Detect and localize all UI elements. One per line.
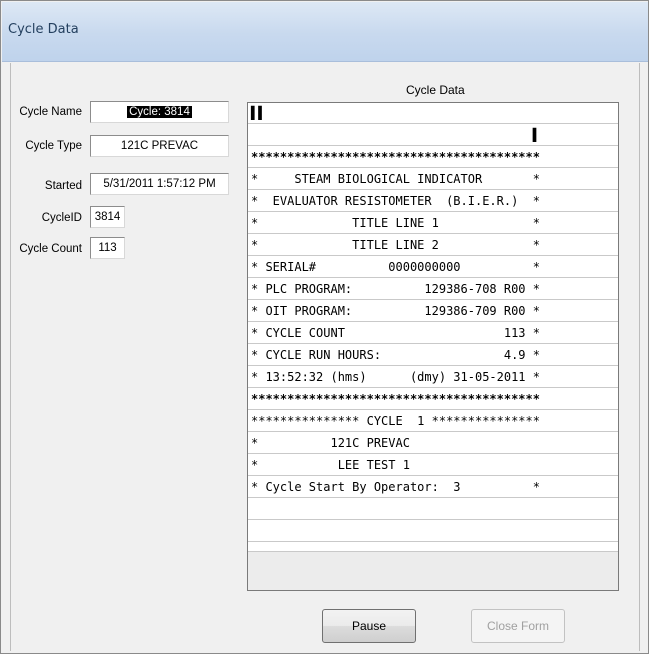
close-form-button[interactable]: Close Form xyxy=(471,609,565,643)
cycle-name-value: Cycle: 3814 xyxy=(127,106,192,118)
cycle-id-label: CycleID xyxy=(41,212,82,224)
printout-line: * 121C PREVAC xyxy=(248,433,618,454)
cycle-id-field[interactable]: 3814 xyxy=(90,206,125,228)
window-title: Cycle Data xyxy=(8,22,79,37)
printout-line: * LEE TEST 1 xyxy=(248,455,618,476)
printout-line: ▌ xyxy=(248,125,618,146)
printout-line xyxy=(248,499,618,520)
printout-line: *************** CYCLE 1 *************** xyxy=(248,411,618,432)
printout-line: * CYCLE RUN HOURS: 4.9 * xyxy=(248,345,618,366)
title-bar[interactable]: Cycle Data xyxy=(2,2,648,62)
printout-line: * 13:52:32 (hms) (dmy) 31-05-2011 * xyxy=(248,367,618,388)
printout-line: **************************************** xyxy=(248,147,618,168)
cycle-printout-list[interactable]: ▌▌ ▌ ***********************************… xyxy=(247,102,619,591)
printout-line: * TITLE LINE 2 * xyxy=(248,235,618,256)
printout-line: * EVALUATOR RESISTOMETER (B.I.E.R.) * xyxy=(248,191,618,212)
started-label: Started xyxy=(44,180,82,192)
printout-caption: Cycle Data xyxy=(406,83,465,97)
printout-empty-area xyxy=(248,551,618,590)
printout-line: * CYCLE COUNT 113 * xyxy=(248,323,618,344)
started-field[interactable]: 5/31/2011 1:57:12 PM xyxy=(90,173,229,195)
cycle-count-field[interactable]: 113 xyxy=(90,237,125,259)
printout-line: * Cycle Start By Operator: 3 * xyxy=(248,477,618,498)
printout-line: ▌▌ xyxy=(248,103,618,124)
printout-line: * TITLE LINE 1 * xyxy=(248,213,618,234)
printout-line xyxy=(248,521,618,542)
cycle-data-window: Cycle Data Cycle Name Cycle: 3814 Cycle … xyxy=(0,0,649,654)
printout-line: * OIT PROGRAM: 129386-709 R00 * xyxy=(248,301,618,322)
cycle-count-label: Cycle Count xyxy=(19,243,82,255)
cycle-type-field[interactable]: 121C PREVAC xyxy=(90,135,229,157)
printout-line: * STEAM BIOLOGICAL INDICATOR * xyxy=(248,169,618,190)
cycle-type-label: Cycle Type xyxy=(25,140,82,152)
cycle-name-label: Cycle Name xyxy=(19,106,82,118)
printout-line: * SERIAL# 0000000000 * xyxy=(248,257,618,278)
pause-button[interactable]: Pause xyxy=(322,609,416,643)
cycle-name-field[interactable]: Cycle: 3814 xyxy=(90,101,229,123)
printout-line: **************************************** xyxy=(248,389,618,410)
printout-line: * PLC PROGRAM: 129386-708 R00 * xyxy=(248,279,618,300)
